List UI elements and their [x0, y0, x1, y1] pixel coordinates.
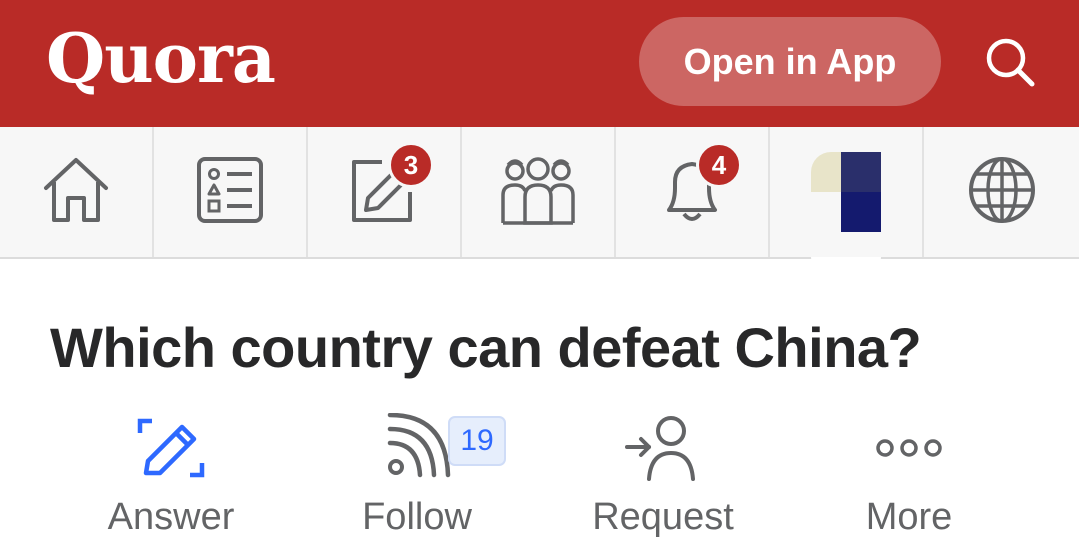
nav-profile[interactable] [770, 127, 924, 269]
nav-answer[interactable]: 3 [308, 127, 462, 257]
nav-home[interactable] [0, 127, 154, 257]
notification-badge: 4 [696, 142, 742, 188]
request-button[interactable]: Request [540, 408, 786, 546]
nav-following[interactable] [154, 127, 308, 257]
open-in-app-button[interactable]: Open in App [639, 17, 941, 106]
question-title: Which country can defeat China? [50, 316, 922, 379]
request-label: Request [592, 496, 734, 538]
top-bar: Quora Open in App [0, 0, 1079, 127]
main-nav: 3 4 [0, 127, 1079, 269]
request-person-icon [623, 408, 703, 488]
spaces-people-icon [498, 153, 578, 232]
nav-notifications[interactable]: 4 [616, 127, 770, 257]
follow-label: Follow [362, 496, 472, 538]
nav-languages[interactable] [924, 127, 1079, 257]
nav-spaces[interactable] [462, 127, 616, 257]
more-label: More [865, 496, 953, 538]
answer-button[interactable]: Answer [48, 408, 294, 546]
answer-pencil-icon [131, 408, 211, 488]
following-list-icon [194, 154, 266, 231]
more-dots-icon [869, 408, 949, 488]
globe-icon [966, 154, 1038, 231]
answer-label: Answer [107, 496, 235, 538]
search-icon[interactable] [978, 30, 1042, 94]
home-icon [38, 152, 114, 233]
more-button[interactable]: More [786, 408, 1032, 546]
follow-feed-icon [377, 408, 457, 488]
question-actions: Answer Follow 19 Request More [48, 408, 1033, 546]
quora-logo[interactable]: Quora [46, 14, 276, 104]
notification-badge: 3 [388, 142, 434, 188]
follow-count-badge: 19 [448, 416, 506, 466]
avatar [811, 152, 881, 232]
